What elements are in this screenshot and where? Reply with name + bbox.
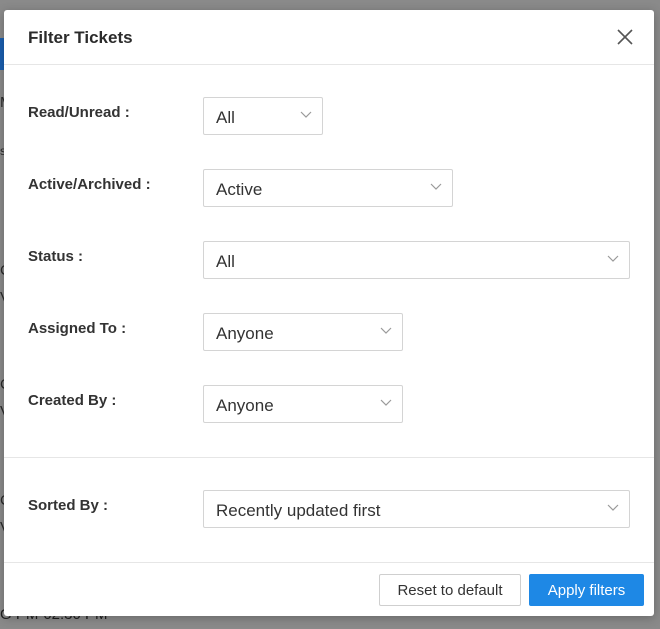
filter-tickets-dialog: Filter Tickets Read/Unread : All Active/… [4, 10, 654, 616]
footer-divider [4, 562, 654, 563]
chevron-down-icon [380, 327, 392, 334]
assigned-to-select[interactable]: Anyone [203, 313, 403, 351]
created-by-select[interactable]: Anyone [203, 385, 403, 423]
active-archived-select[interactable]: Active [203, 169, 453, 207]
section-divider [4, 457, 654, 458]
apply-filters-button[interactable]: Apply filters [529, 574, 644, 606]
active-archived-label: Active/Archived : [28, 176, 151, 193]
created-by-value: Anyone [216, 396, 274, 415]
chevron-down-icon [430, 183, 442, 190]
sorted-by-label: Sorted By : [28, 497, 109, 514]
dialog-title: Filter Tickets [28, 28, 133, 47]
active-archived-value: Active [216, 180, 263, 199]
read-unread-select[interactable]: All [203, 97, 323, 135]
close-button[interactable] [614, 26, 636, 48]
assigned-to-value: Anyone [216, 324, 274, 343]
read-unread-label: Read/Unread : [28, 104, 130, 121]
read-unread-value: All [216, 108, 235, 127]
assigned-to-label: Assigned To : [28, 320, 127, 337]
status-select[interactable]: All [203, 241, 630, 279]
created-by-label: Created By : [28, 392, 117, 409]
dialog-header: Filter Tickets [4, 10, 654, 65]
sorted-by-select[interactable]: Recently updated first [203, 490, 630, 528]
sorted-by-value: Recently updated first [216, 501, 381, 520]
chevron-down-icon [607, 255, 619, 262]
close-icon [617, 29, 633, 45]
reset-to-default-button[interactable]: Reset to default [379, 574, 521, 606]
chevron-down-icon [300, 111, 312, 118]
status-value: All [216, 252, 235, 271]
chevron-down-icon [380, 399, 392, 406]
status-label: Status : [28, 248, 84, 265]
chevron-down-icon [607, 504, 619, 511]
